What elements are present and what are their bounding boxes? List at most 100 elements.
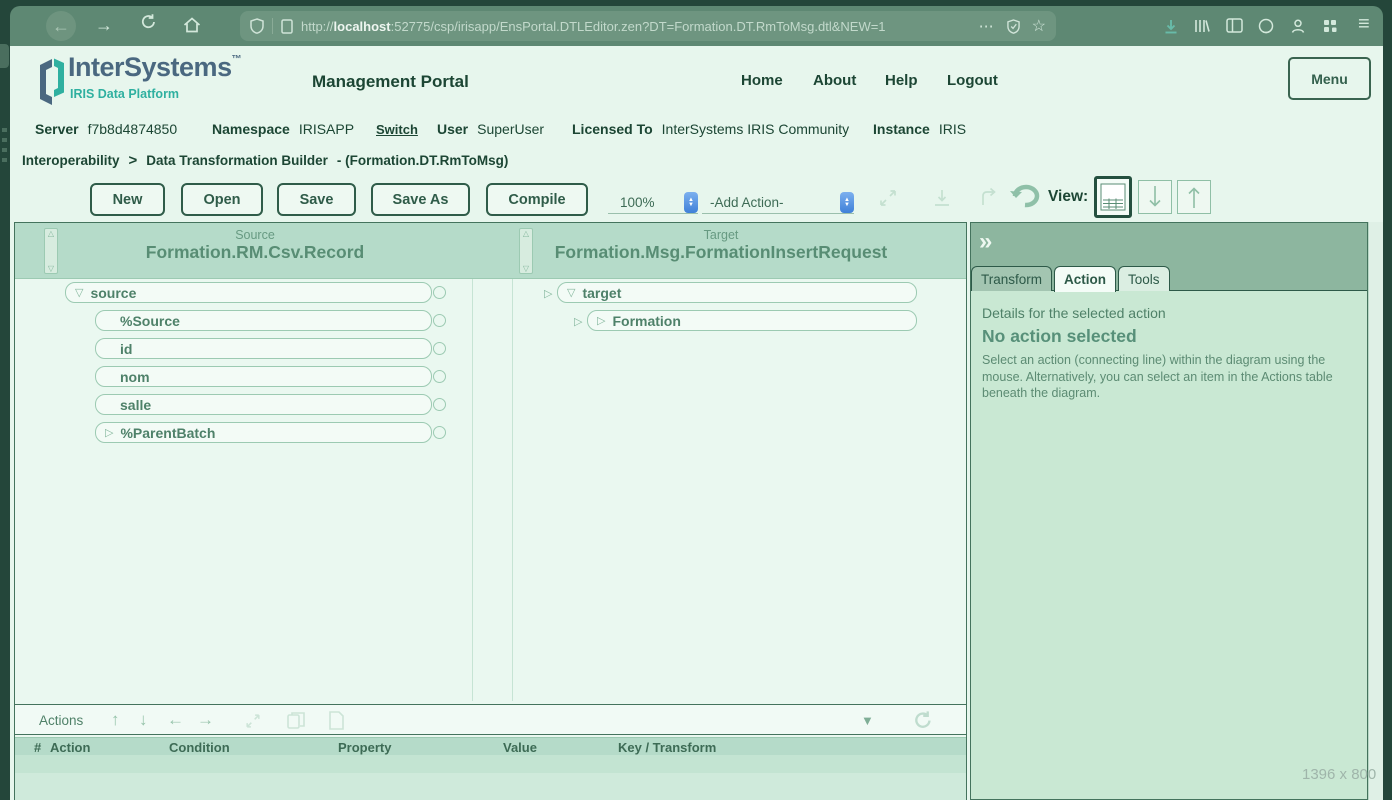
source-property-node[interactable]: id [95,338,432,359]
nav-link[interactable]: Logout [947,72,998,89]
expander-icon[interactable]: ▽ [567,286,575,299]
scroll-down-icon: ▽ [521,264,531,273]
connector-dot[interactable] [433,286,446,299]
breadcrumb-root-link[interactable]: Interoperability [22,153,120,168]
target-scroll-widget[interactable]: △▽ [519,228,533,274]
expander-icon[interactable]: ▷ [105,426,113,439]
toolbar-button[interactable]: Compile [486,183,588,216]
scroll-up-icon: △ [46,229,56,238]
node-label: %ParentBatch [120,425,215,441]
extensions-button[interactable] [1322,18,1338,39]
sidebar-tab[interactable]: Transform [971,266,1052,291]
source-tree-row: salle [65,394,446,415]
page-title: Management Portal [312,72,469,92]
nav-link[interactable]: About [813,72,856,89]
source-property-node[interactable]: ▽ source [65,282,432,303]
source-scroll-widget[interactable]: △▽ [44,228,58,274]
forward-button[interactable]: → [95,15,113,36]
view-scroll-down-button[interactable] [1138,180,1172,214]
address-bar[interactable]: http://localhost:52775/csp/irisapp/EnsPo… [240,11,1056,41]
refresh-actions-button[interactable] [913,710,933,735]
breadcrumb-separator: > [129,152,138,169]
expander-icon[interactable]: ▽ [75,286,83,299]
add-action-select[interactable]: -Add Action- ▲▼ [702,192,854,214]
diagram-header: Source Formation.RM.Csv.Record Target Fo… [15,223,966,279]
cut-button[interactable] [243,711,263,736]
switch-namespace-link[interactable]: Switch [376,122,418,137]
home-button[interactable] [183,17,201,38]
bookmark-star-icon[interactable]: ☆ [1032,16,1046,36]
diagram-table-view-icon [1100,183,1126,211]
connector-dot[interactable] [433,342,446,355]
menu-button[interactable]: Menu [1288,57,1371,100]
move-left-button[interactable]: ← [167,710,184,730]
actions-dropdown-icon[interactable]: ▼ [861,713,874,728]
target-property-node[interactable]: ▷ Formation [587,310,917,331]
account-button[interactable] [1290,18,1306,39]
node-label: source [90,285,136,301]
collapse-sidebar-icon[interactable]: » [979,228,992,256]
source-property-node[interactable]: %Source [95,310,432,331]
toolbar-button[interactable]: Save As [371,183,470,216]
url-text[interactable]: http://localhost:52775/csp/irisapp/EnsPo… [301,19,971,34]
connector-triangle[interactable]: ▷ [574,315,582,328]
nav-link[interactable]: Help [885,72,918,89]
copy-icon [287,711,305,730]
license-info: Licensed ToInterSystems IRIS Community [572,121,849,137]
connector-dot[interactable] [433,314,446,327]
move-down-button[interactable]: ↓ [139,710,148,730]
paste-button[interactable] [329,711,344,735]
connector-dot[interactable] [433,398,446,411]
nav-link[interactable]: Home [741,72,783,89]
expander-icon[interactable]: ▷ [597,314,605,327]
toolbar-button[interactable]: New [90,183,165,216]
library-button[interactable] [1194,18,1210,39]
sidebar-tab[interactable]: Tools [1118,266,1170,291]
connector-dot[interactable] [433,426,446,439]
tracking-shield-icon[interactable] [250,18,264,34]
actions-toolbar: Actions ↑ ↓ ← → ▼ [15,704,966,735]
undo-button[interactable] [1008,184,1042,215]
source-property-node[interactable]: nom [95,366,432,387]
stepper-icon: ▲▼ [684,192,698,213]
view-diagram-table-button[interactable] [1094,176,1132,218]
page-info-icon[interactable] [281,19,293,34]
back-button[interactable]: ← [46,11,76,41]
undo-arrow-icon [1008,184,1042,210]
page-scrollbar[interactable] [1368,222,1383,800]
view-scroll-up-button[interactable] [1177,180,1211,214]
firefox-view-button[interactable] [1258,18,1274,39]
sidebar-icon [1226,18,1243,33]
toolbar-button[interactable]: Save [277,183,356,216]
source-property-node[interactable]: salle [95,394,432,415]
diagonal-arrows-icon [876,186,900,210]
disconnect-button[interactable] [876,186,900,215]
page-actions-icon[interactable]: ⋯ [979,17,995,35]
sidebars-button[interactable] [1226,18,1243,38]
copy-button[interactable] [287,711,305,735]
logo-wordmark: InterSystems™ [68,52,242,83]
move-up-button[interactable]: ↑ [111,710,120,730]
source-label: Source [35,228,475,242]
address-divider [272,18,273,34]
connector-triangle[interactable]: ▷ [544,287,552,300]
no-action-description: Select an action (connecting line) withi… [982,352,1364,402]
redo-button[interactable] [976,186,1000,215]
downloads-button[interactable] [1162,18,1180,40]
zoom-select[interactable]: 100% ▲▼ [608,192,698,214]
target-property-node[interactable]: ▽ target [557,282,917,303]
move-right-button[interactable]: → [197,710,214,730]
import-button[interactable] [930,186,954,215]
account-icon [1290,18,1306,34]
source-property-node[interactable]: ▷ %ParentBatch [95,422,432,443]
sidebar-tab[interactable]: Action [1054,266,1116,292]
node-label: id [120,341,132,357]
permissions-shield-icon[interactable] [1007,19,1020,34]
corner-arrow-icon [976,186,1000,210]
app-menu-button[interactable]: ≡ [1358,13,1370,36]
refresh-button[interactable] [140,13,157,35]
instance-info: InstanceIRIS [873,121,966,137]
toolbar-button[interactable]: Open [181,183,263,216]
source-tree-row: ▷ %ParentBatch [65,422,446,443]
connector-dot[interactable] [433,370,446,383]
